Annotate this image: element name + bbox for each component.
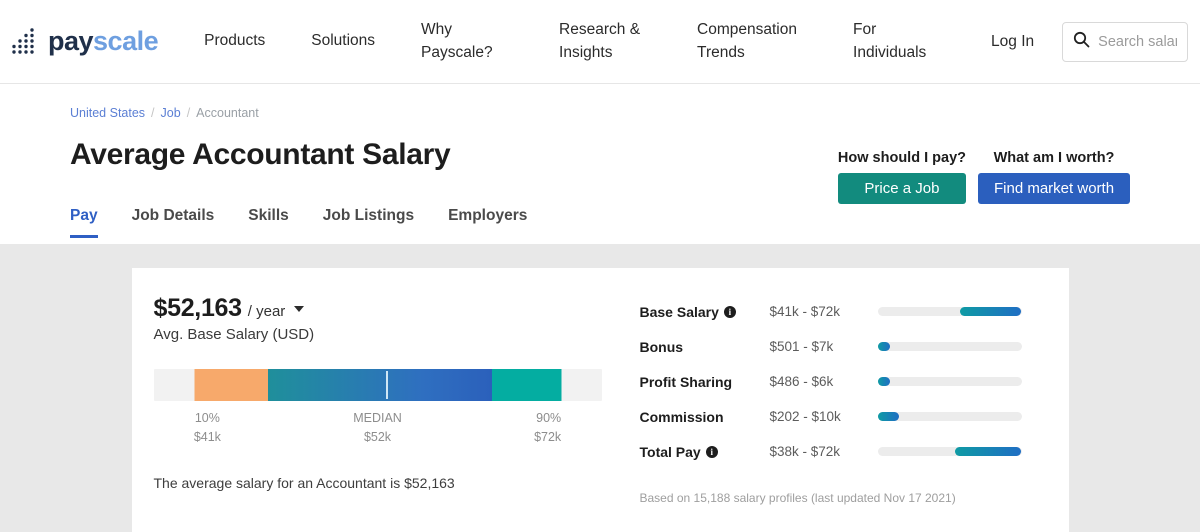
pay-row-label: Base Salary i: [640, 304, 770, 320]
chevron-down-icon[interactable]: [294, 305, 305, 312]
salary-range-bar: [153, 369, 602, 401]
pay-row-fill: [877, 377, 891, 386]
pay-row-label: Commission: [640, 409, 770, 425]
pay-breakdown-rows: Base Salary i $41k - $72k Bonus $501 - $7k Pr…: [640, 294, 1051, 469]
top-navigation-bar: payscale Products Solutions Why Payscale…: [0, 0, 1200, 84]
pay-row-label: Profit Sharing: [640, 374, 770, 390]
breadcrumb-separator: /: [151, 106, 155, 120]
tab-job-listings[interactable]: Job Listings: [323, 207, 414, 238]
search-input[interactable]: [1098, 33, 1177, 50]
range-label-p10-value: $41k: [193, 430, 221, 445]
profiles-footnote: Based on 15,188 salary profiles (last up…: [639, 491, 956, 505]
pay-row-range: $501 - $7k: [769, 339, 834, 354]
salary-period: / year: [247, 303, 286, 320]
pay-row-track: [877, 342, 1022, 351]
salary-headline: $52,163 / year: [154, 294, 632, 323]
range-label-p10: 10% $41k: [194, 409, 221, 448]
pay-row-fill: [877, 342, 891, 351]
tab-employers[interactable]: Employers: [448, 207, 527, 238]
salary-amount: $52,163: [153, 294, 243, 322]
info-icon[interactable]: i: [723, 305, 736, 318]
range-label-median: MEDIAN $52k: [353, 409, 402, 448]
pay-breakdown-panel: Base Salary i $41k - $72k Bonus $501 - $7k Pr…: [632, 294, 1069, 532]
tab-pay[interactable]: Pay: [70, 207, 98, 238]
pay-row-fill: [955, 447, 1022, 456]
range-label-median-percentile: MEDIAN: [353, 411, 402, 425]
salary-summary-card: $52,163 / year Avg. Base Salary (USD) 10…: [131, 268, 1069, 532]
pay-row-label: Total Pay i: [640, 444, 770, 460]
salary-subtitle: Avg. Base Salary (USD): [153, 326, 315, 343]
range-label-p90: 90% $72k: [534, 409, 561, 448]
tab-job-details[interactable]: Job Details: [132, 207, 215, 238]
salary-range-chart: 10% $41k MEDIAN $52k 90% $72k: [153, 369, 602, 453]
tab-skills[interactable]: Skills: [248, 207, 289, 238]
nav-item-why-payscale[interactable]: Why Payscale?: [421, 19, 513, 64]
cta-group: How should I pay? Price a Job What am I …: [838, 150, 1130, 204]
pay-row-name: Commission: [639, 408, 724, 425]
page-header: United States / Job / Accountant Average…: [0, 84, 1200, 244]
pay-row: Commission $202 - $10k: [640, 399, 1051, 434]
price-a-job-cta: How should I pay? Price a Job: [838, 150, 966, 204]
breadcrumb-separator: /: [186, 106, 191, 120]
breadcrumb-item-united-states[interactable]: United States: [70, 106, 145, 120]
tab-bar: Pay Job Details Skills Job Listings Empl…: [70, 198, 1130, 238]
salary-range-labels: 10% $41k MEDIAN $52k 90% $72k: [154, 409, 602, 453]
main-content-area: $52,163 / year Avg. Base Salary (USD) 10…: [0, 244, 1200, 532]
salary-overview-panel: $52,163 / year Avg. Base Salary (USD) 10…: [132, 294, 632, 532]
logo-text-pay: pay: [48, 26, 94, 56]
search-box[interactable]: [1062, 21, 1188, 62]
range-label-median-value: $52k: [363, 430, 392, 445]
range-label-p90-value: $72k: [534, 430, 562, 445]
pay-row-label: Bonus: [640, 339, 770, 355]
pay-row-fill: [959, 307, 1022, 316]
payscale-logo[interactable]: payscale: [10, 25, 159, 59]
pay-row-range: $202 - $10k: [769, 409, 841, 424]
pay-row-track: [877, 412, 1022, 421]
pay-row-name: Bonus: [639, 338, 684, 355]
nav-item-research-insights[interactable]: Research & Insights: [559, 19, 651, 64]
pay-row: Profit Sharing $486 - $6k: [640, 364, 1051, 399]
pay-row-track: [877, 307, 1022, 316]
nav-item-compensation-trends[interactable]: Compensation Trends: [697, 19, 817, 64]
nav-links: Products Solutions Why Payscale? Researc…: [204, 19, 991, 64]
breadcrumb-item-job[interactable]: Job: [161, 106, 181, 120]
pay-row-name: Base Salary: [639, 303, 719, 320]
pay-row: Bonus $501 - $7k: [640, 329, 1051, 364]
range-label-p10-percentile: 10%: [194, 411, 220, 425]
breadcrumb-item-accountant: Accountant: [196, 106, 259, 120]
pay-row: Base Salary i $41k - $72k: [640, 294, 1051, 329]
pay-row-range: $38k - $72k: [769, 444, 841, 459]
find-market-worth-question: What am I worth?: [993, 150, 1115, 166]
price-a-job-button[interactable]: Price a Job: [837, 173, 966, 204]
average-salary-sentence: The average salary for an Accountant is …: [153, 475, 455, 491]
pay-row-track: [877, 447, 1022, 456]
pay-row-name: Profit Sharing: [639, 373, 733, 390]
pay-row-range: $41k - $72k: [769, 304, 841, 319]
pay-row-track: [877, 377, 1022, 386]
dot-matrix-logo-icon: [10, 25, 44, 59]
find-market-worth-button[interactable]: Find market worth: [978, 173, 1130, 204]
nav-item-products[interactable]: Products: [204, 30, 265, 52]
breadcrumb: United States / Job / Accountant: [70, 84, 1130, 120]
nav-item-solutions[interactable]: Solutions: [311, 30, 375, 52]
range-label-p90-percentile: 90%: [536, 411, 562, 425]
median-marker: [386, 371, 389, 399]
logo-text-scale: scale: [93, 26, 159, 56]
login-link[interactable]: Log In: [991, 33, 1034, 51]
price-a-job-question: How should I pay?: [837, 150, 966, 166]
pay-row-name: Total Pay: [639, 443, 701, 460]
pay-row-fill: [877, 412, 900, 421]
pay-row: Total Pay i $38k - $72k: [640, 434, 1051, 469]
pay-row-range: $486 - $6k: [769, 374, 834, 389]
search-icon: [1073, 31, 1090, 53]
nav-item-for-individuals[interactable]: For Individuals: [853, 19, 945, 64]
info-icon[interactable]: i: [705, 445, 718, 458]
find-market-worth-cta: What am I worth? Find market worth: [978, 150, 1130, 204]
